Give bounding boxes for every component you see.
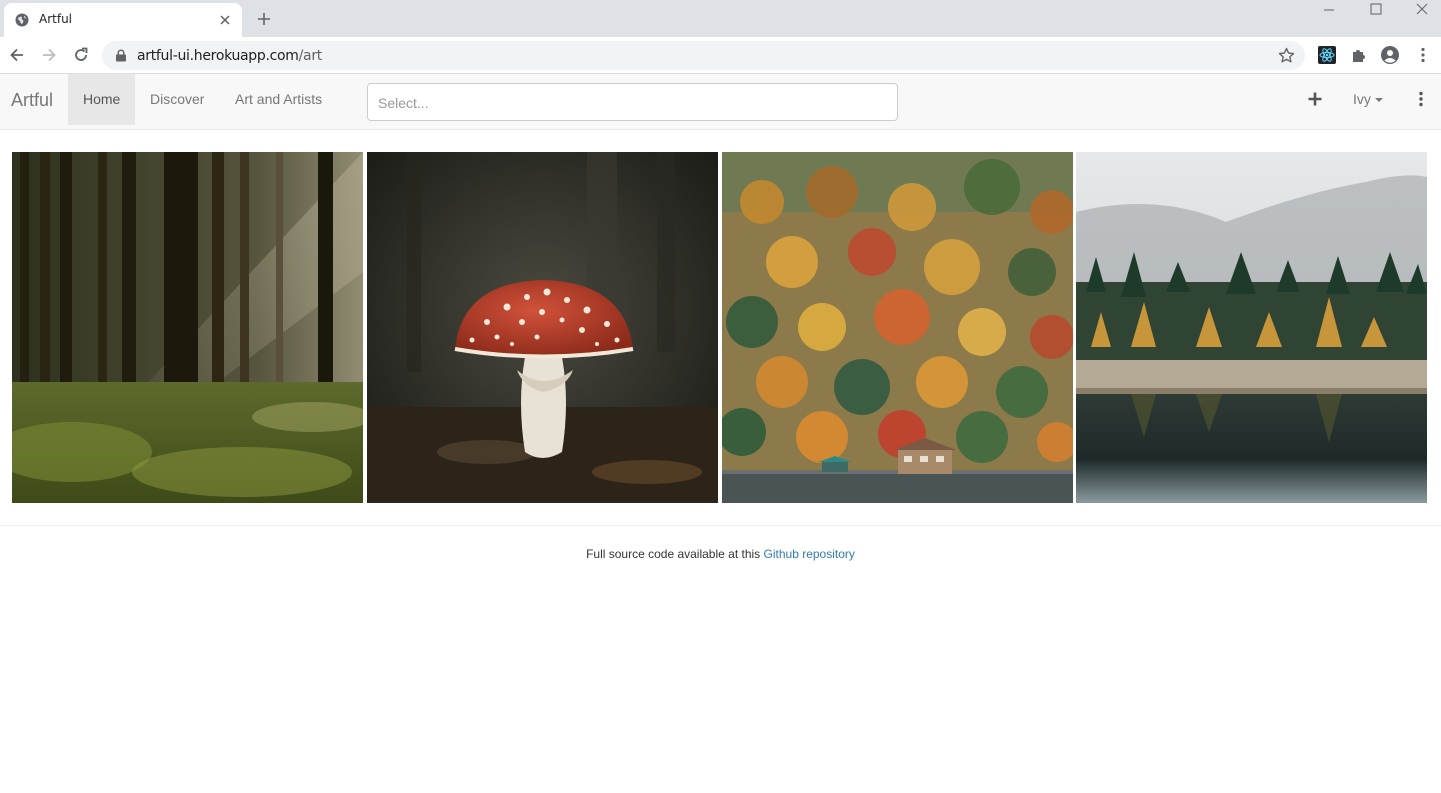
search-select-placeholder: Select... [378,95,429,111]
art-card-forest[interactable] [12,152,363,503]
forward-arrow-icon[interactable] [40,46,58,64]
url-host: artful-ui.herokuapp.com [137,48,299,64]
mushroom-image [367,152,718,503]
browser-tab[interactable]: Artful [4,3,242,37]
art-card-autumn-hillside[interactable] [722,152,1073,503]
forest-image [12,152,363,503]
maximize-icon[interactable] [1369,2,1383,16]
user-name: Ivy [1353,91,1371,107]
bookmark-star-icon[interactable] [1278,47,1295,64]
footer-text: Full source code available at this [586,547,764,561]
window-close-icon[interactable] [1415,2,1429,16]
browser-toolbar: artful-ui.herokuapp.com/art [0,37,1441,74]
add-art-plus-icon[interactable] [1307,91,1323,107]
brand-logo[interactable]: Artful [11,90,53,111]
url-path: /art [298,48,323,64]
tab-title: Artful [39,12,73,26]
footer: Full source code available at this Githu… [0,547,1441,561]
minimize-icon[interactable] [1322,2,1336,16]
globe-icon [15,13,29,27]
search-select[interactable]: Select... [367,83,898,121]
profile-avatar-icon[interactable] [1381,46,1399,64]
url-text: artful-ui.herokuapp.com/art [137,48,322,64]
nav-item-art-and-artists[interactable]: Art and Artists [220,74,337,125]
extensions-puzzle-icon[interactable] [1350,46,1368,64]
lock-icon [116,49,126,62]
autumn-hillside-image [722,152,1073,503]
user-menu[interactable]: Ivy [1353,91,1383,107]
nav-item-home[interactable]: Home [68,74,136,125]
react-devtools-icon[interactable] [1318,46,1336,64]
footer-divider [0,525,1441,526]
close-icon[interactable] [217,12,233,28]
nav-item-discover[interactable]: Discover [135,74,219,125]
art-card-mushroom[interactable] [367,152,718,503]
misty-lake-image [1076,152,1427,503]
art-gallery [12,152,1427,503]
back-arrow-icon[interactable] [8,46,26,64]
address-bar[interactable]: artful-ui.herokuapp.com/art [102,41,1305,70]
github-repository-link[interactable]: Github repository [764,547,855,561]
art-card-misty-lake[interactable] [1076,152,1427,503]
browser-tabstrip: Artful [0,0,1441,37]
reload-icon[interactable] [72,46,90,64]
browser-menu-icon[interactable] [1414,46,1432,64]
app-navbar: Artful Home Discover Art and Artists Sel… [0,74,1441,130]
caret-down-icon [1374,98,1383,103]
new-tab-icon[interactable] [256,11,272,27]
more-vertical-icon[interactable] [1414,91,1428,107]
